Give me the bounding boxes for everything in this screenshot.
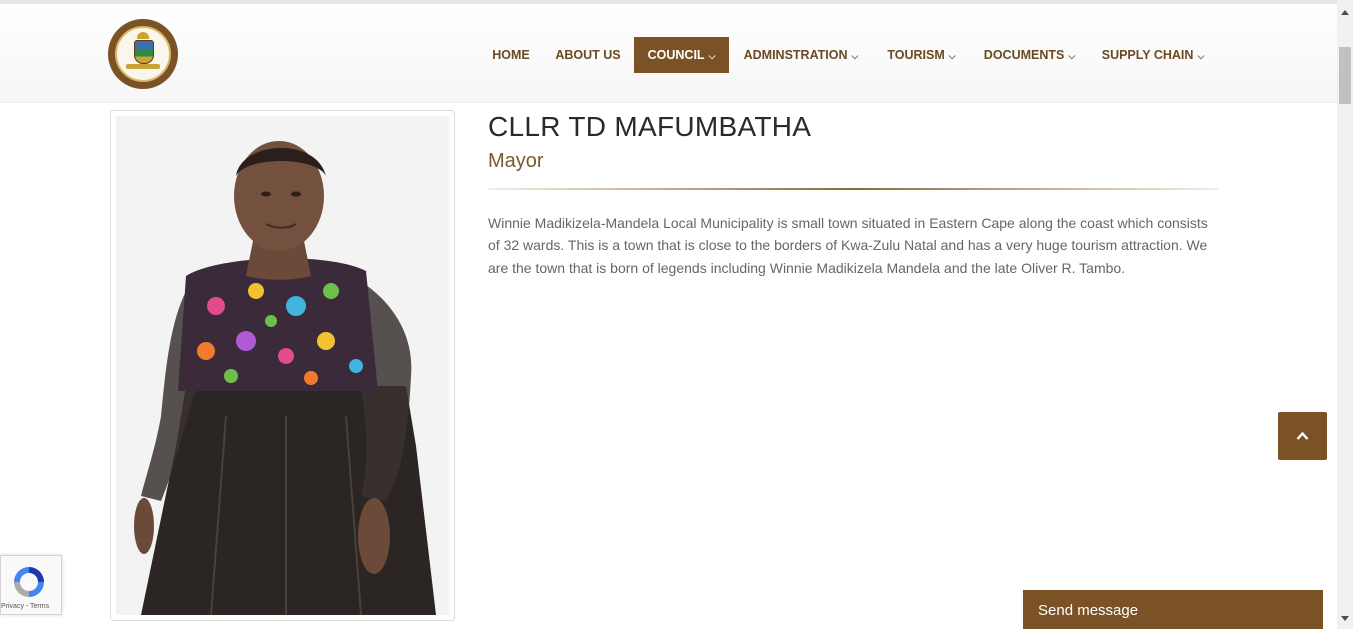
nav-label: HOME xyxy=(492,48,530,62)
nav-label: SUPPLY CHAIN xyxy=(1101,48,1194,62)
scroll-thumb[interactable] xyxy=(1339,47,1351,104)
profile-name: CLLR TD MAFUMBATHA xyxy=(488,111,812,142)
nav-label: COUNCIL xyxy=(647,48,705,62)
nav-about-us[interactable]: ABOUT US xyxy=(548,37,628,73)
profile-photo xyxy=(116,116,449,615)
nav-home[interactable]: HOME xyxy=(481,37,541,73)
recaptcha-links[interactable]: Privacy - Terms xyxy=(1,603,49,610)
chevron-down-icon: ⌵ xyxy=(1068,51,1076,61)
chevron-down-icon: ⌵ xyxy=(851,51,859,61)
nav-label: ABOUT US xyxy=(555,48,621,62)
nav-documents[interactable]: DOCUMENTS ⌵ xyxy=(976,37,1083,73)
scrollbar[interactable] xyxy=(1337,0,1353,629)
profile-bio: Winnie Madikizela-Mandela Local Municipa… xyxy=(488,215,1208,276)
recaptcha-badge[interactable]: Privacy - Terms xyxy=(0,555,62,615)
send-message-button[interactable]: Send message xyxy=(1023,590,1323,629)
chevron-down-icon: ⌵ xyxy=(708,51,716,61)
chevron-down-icon: ⌵ xyxy=(948,51,956,61)
chevron-down-icon: ⌵ xyxy=(1197,51,1205,61)
nav-supply-chain[interactable]: SUPPLY CHAIN ⌵ xyxy=(1094,37,1212,73)
profile-photo-frame xyxy=(110,110,455,621)
nav-administration[interactable]: ADMINSTRATION ⌵ xyxy=(736,37,866,73)
nav-label: DOCUMENTS xyxy=(983,48,1065,62)
site-header: HOME ABOUT US COUNCIL ⌵ ADMINSTRATION ⌵ TO… xyxy=(0,4,1337,103)
scroll-down-icon[interactable] xyxy=(1341,616,1349,621)
municipality-crest-icon[interactable] xyxy=(108,19,178,89)
nav-tourism[interactable]: TOURISM ⌵ xyxy=(878,37,965,73)
heading-divider xyxy=(488,188,1218,190)
nav-council[interactable]: COUNCIL ⌵ xyxy=(634,37,729,73)
profile-role: Mayor xyxy=(488,150,544,172)
scroll-up-icon[interactable] xyxy=(1341,10,1349,15)
nav-label: ADMINSTRATION xyxy=(743,48,848,62)
recaptcha-icon xyxy=(14,567,44,597)
nav-label: TOURISM xyxy=(887,48,945,62)
back-to-top-button[interactable] xyxy=(1278,412,1327,460)
chevron-up-icon xyxy=(1296,431,1309,440)
